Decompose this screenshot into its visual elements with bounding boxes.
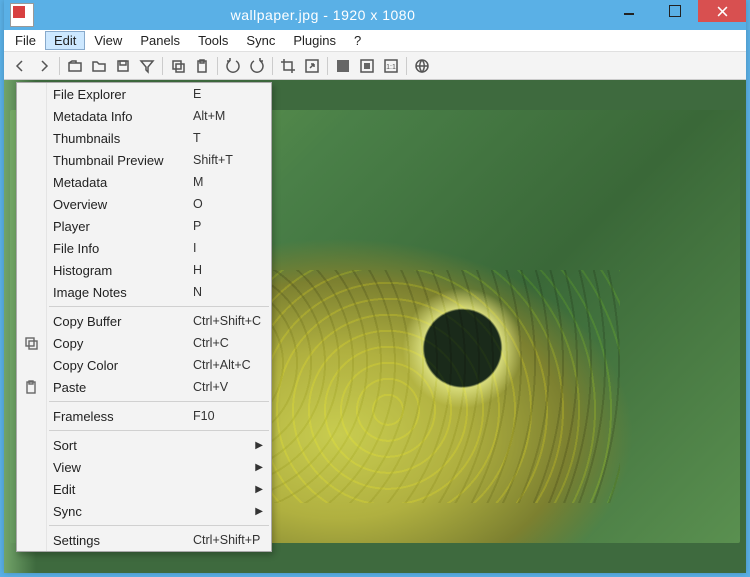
menu-item-copy[interactable]: CopyCtrl+C (17, 332, 271, 354)
menubar: FileEditViewPanelsToolsSyncPlugins? (4, 30, 746, 52)
menu-item-edit[interactable]: Edit▶ (17, 478, 271, 500)
menu-item-shortcut: T (193, 131, 271, 145)
menu-item-shortcut: Alt+M (193, 109, 271, 123)
menu-item-sort[interactable]: Sort▶ (17, 434, 271, 456)
menu-item-histogram[interactable]: HistogramH (17, 259, 271, 281)
menu-item-copy-buffer[interactable]: Copy BufferCtrl+Shift+C (17, 310, 271, 332)
menu-item-label: File Info (53, 241, 193, 256)
menu-item-label: Overview (53, 197, 193, 212)
menu-item-label: Sync (53, 504, 271, 519)
menu-item-shortcut: M (193, 175, 271, 189)
menu-item-label: File Explorer (53, 87, 193, 102)
submenu-arrow-icon: ▶ (255, 484, 263, 495)
menu-item-label: Histogram (53, 263, 193, 278)
menu-item-shortcut: P (193, 219, 271, 233)
app-icon (10, 3, 34, 27)
actual-size-icon[interactable]: 1:1 (379, 55, 403, 77)
filter-icon[interactable] (135, 55, 159, 77)
menu-item-copy-color[interactable]: Copy ColorCtrl+Alt+C (17, 354, 271, 376)
menu-item-frameless[interactable]: FramelessF10 (17, 405, 271, 427)
menu-?[interactable]: ? (345, 31, 370, 50)
submenu-arrow-icon: ▶ (255, 462, 263, 473)
fullscreen-icon[interactable] (331, 55, 355, 77)
menu-item-metadata-info[interactable]: Metadata InfoAlt+M (17, 105, 271, 127)
menu-panels[interactable]: Panels (131, 31, 189, 50)
menu-file[interactable]: File (6, 31, 45, 50)
menu-item-label: Thumbnails (53, 131, 193, 146)
menu-item-file-info[interactable]: File InfoI (17, 237, 271, 259)
menu-item-view[interactable]: View▶ (17, 456, 271, 478)
save-icon[interactable] (111, 55, 135, 77)
menu-item-file-explorer[interactable]: File ExplorerE (17, 83, 271, 105)
menu-item-shortcut: I (193, 241, 271, 255)
menu-plugins[interactable]: Plugins (284, 31, 345, 50)
menu-item-image-notes[interactable]: Image NotesN (17, 281, 271, 303)
menu-item-metadata[interactable]: MetadataM (17, 171, 271, 193)
menu-item-label: Metadata (53, 175, 193, 190)
menu-item-player[interactable]: PlayerP (17, 215, 271, 237)
submenu-arrow-icon: ▶ (255, 506, 263, 517)
menu-view[interactable]: View (85, 31, 131, 50)
menu-item-label: Settings (53, 533, 193, 548)
svg-text:1:1: 1:1 (386, 64, 396, 71)
fit-icon[interactable] (355, 55, 379, 77)
copy-icon[interactable] (166, 55, 190, 77)
menu-item-shortcut: Ctrl+Alt+C (193, 358, 271, 372)
menu-item-label: Copy (53, 336, 193, 351)
menu-item-label: Paste (53, 380, 193, 395)
rotate-ccw-icon[interactable] (221, 55, 245, 77)
open-icon[interactable] (63, 55, 87, 77)
menu-item-thumbnail-preview[interactable]: Thumbnail PreviewShift+T (17, 149, 271, 171)
menu-item-shortcut: Ctrl+Shift+P (193, 533, 271, 547)
menu-item-shortcut: Ctrl+V (193, 380, 271, 394)
menu-item-shortcut: Shift+T (193, 153, 271, 167)
toolbar: 1:1 (4, 52, 746, 80)
edit-menu-dropdown: File ExplorerEMetadata InfoAlt+MThumbnai… (16, 82, 272, 552)
menu-item-shortcut: N (193, 285, 271, 299)
menu-item-shortcut: Ctrl+C (193, 336, 271, 350)
menu-item-shortcut: O (193, 197, 271, 211)
close-button[interactable] (698, 0, 746, 22)
menu-item-label: View (53, 460, 271, 475)
menu-sync[interactable]: Sync (237, 31, 284, 50)
globe-icon[interactable] (410, 55, 434, 77)
forward-icon[interactable] (32, 55, 56, 77)
menu-item-label: Metadata Info (53, 109, 193, 124)
titlebar[interactable]: wallpaper.jpg - 1920 x 1080 (4, 0, 746, 30)
maximize-button[interactable] (652, 0, 698, 22)
menu-item-sync[interactable]: Sync▶ (17, 500, 271, 522)
window-title: wallpaper.jpg - 1920 x 1080 (40, 7, 606, 23)
menu-item-label: Edit (53, 482, 271, 497)
resize-icon[interactable] (300, 55, 324, 77)
folder-icon[interactable] (87, 55, 111, 77)
rotate-cw-icon[interactable] (245, 55, 269, 77)
menu-item-shortcut: H (193, 263, 271, 277)
menu-item-label: Sort (53, 438, 271, 453)
crop-icon[interactable] (276, 55, 300, 77)
menu-edit[interactable]: Edit (45, 31, 85, 50)
submenu-arrow-icon: ▶ (255, 440, 263, 451)
menu-item-shortcut: F10 (193, 409, 271, 423)
menu-item-paste[interactable]: PasteCtrl+V (17, 376, 271, 398)
paste-icon (23, 379, 39, 395)
menu-item-label: Player (53, 219, 193, 234)
back-icon[interactable] (8, 55, 32, 77)
menu-item-shortcut: E (193, 87, 271, 101)
menu-tools[interactable]: Tools (189, 31, 237, 50)
paste-icon[interactable] (190, 55, 214, 77)
menu-item-overview[interactable]: OverviewO (17, 193, 271, 215)
menu-item-thumbnails[interactable]: ThumbnailsT (17, 127, 271, 149)
menu-item-label: Copy Color (53, 358, 193, 373)
menu-item-label: Copy Buffer (53, 314, 193, 329)
window-controls (606, 0, 746, 30)
menu-item-label: Image Notes (53, 285, 193, 300)
minimize-button[interactable] (606, 0, 652, 22)
menu-item-label: Thumbnail Preview (53, 153, 193, 168)
menu-item-settings[interactable]: SettingsCtrl+Shift+P (17, 529, 271, 551)
copy-icon (23, 335, 39, 351)
menu-item-label: Frameless (53, 409, 193, 424)
menu-item-shortcut: Ctrl+Shift+C (193, 314, 271, 328)
